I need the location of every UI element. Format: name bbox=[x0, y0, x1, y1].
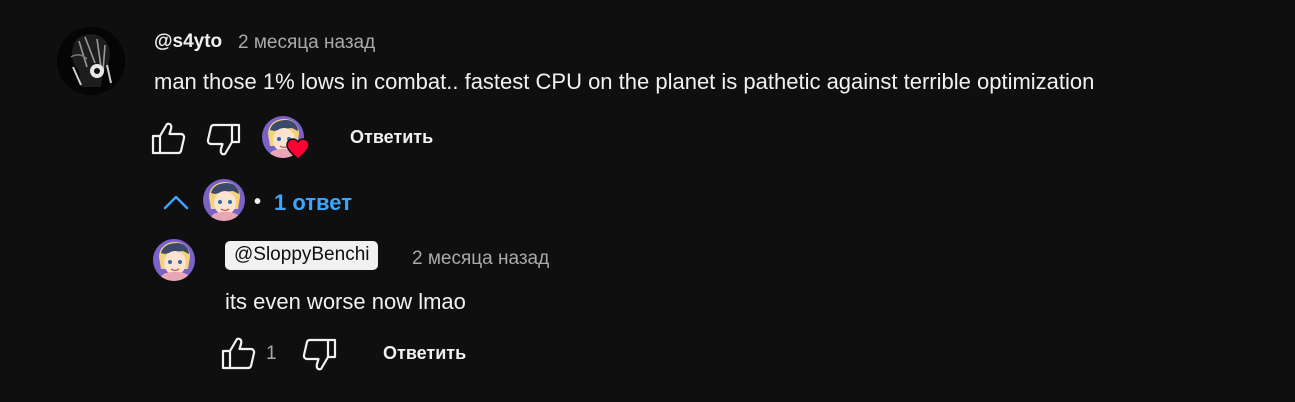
comment-author-handle[interactable]: @s4yto bbox=[154, 31, 222, 53]
reply-dislike-button[interactable] bbox=[302, 338, 338, 372]
thumb-up-icon bbox=[151, 122, 186, 155]
reply-reply-button[interactable]: Ответить bbox=[383, 343, 466, 364]
thumb-down-icon bbox=[206, 123, 241, 156]
replies-avatar bbox=[203, 179, 245, 221]
comment-text: man those 1% lows in combat.. fastest CP… bbox=[154, 69, 1095, 94]
replies-toggle[interactable]: • 1 ответ bbox=[160, 178, 370, 224]
replies-count-label[interactable]: 1 ответ bbox=[274, 190, 352, 216]
reply-text: its even worse now lmao bbox=[225, 289, 466, 314]
reply-timestamp[interactable]: 2 месяца назад bbox=[412, 248, 549, 270]
comment-author-avatar[interactable] bbox=[57, 27, 125, 95]
reply-button[interactable]: Ответить bbox=[350, 127, 433, 148]
like-button[interactable] bbox=[150, 121, 186, 155]
dislike-button[interactable] bbox=[206, 123, 242, 157]
reply-author-avatar[interactable] bbox=[153, 239, 195, 281]
chevron-up-icon bbox=[163, 195, 189, 210]
comment-timestamp[interactable]: 2 месяца назад bbox=[238, 32, 375, 54]
thumb-up-icon bbox=[221, 337, 256, 370]
reply-like-count: 1 bbox=[266, 343, 277, 364]
reply-author-handle[interactable]: @SloppyBenchi bbox=[225, 241, 379, 270]
heart-icon bbox=[286, 138, 310, 160]
creator-heart bbox=[262, 116, 310, 162]
thumb-down-icon bbox=[302, 338, 337, 371]
replies-separator: • bbox=[254, 191, 262, 213]
reply-like-button[interactable] bbox=[220, 336, 256, 370]
